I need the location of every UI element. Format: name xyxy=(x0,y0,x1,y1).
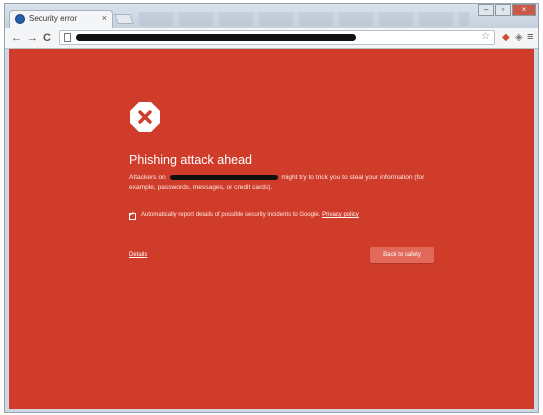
tab-close-icon[interactable]: × xyxy=(102,13,107,23)
forward-button[interactable]: → xyxy=(27,31,38,45)
window-controls: – ▫ × xyxy=(477,4,536,18)
warning-text-prefix: Attackers on xyxy=(129,174,166,181)
bookmark-star-icon[interactable]: ☆ xyxy=(481,31,490,42)
details-link[interactable]: Details xyxy=(129,252,147,258)
maximize-button[interactable]: ▫ xyxy=(495,4,511,16)
privacy-policy-link[interactable]: Privacy policy xyxy=(322,212,359,218)
extension-icon[interactable]: ◆ xyxy=(502,32,512,43)
back-button[interactable]: ← xyxy=(11,31,22,45)
report-checkbox[interactable] xyxy=(129,210,136,220)
browser-toolbar: ← → C ☆ ◆ ◈ ≡ xyxy=(5,28,538,49)
page-icon xyxy=(64,33,71,42)
report-option[interactable]: Automatically report details of possible… xyxy=(129,210,449,222)
browser-window: Security error × – ▫ × ← → C ☆ ◆ ◈ ≡ Phi xyxy=(4,3,539,413)
security-interstitial-page: Phishing attack ahead Attackers on might… xyxy=(9,49,534,409)
tab-strip: Security error × – ▫ × xyxy=(5,4,538,28)
page-title: Phishing attack ahead xyxy=(129,153,253,167)
blurred-background-content xyxy=(139,12,469,26)
extension-icon[interactable]: ◈ xyxy=(515,32,525,43)
reload-button[interactable]: C xyxy=(43,31,51,45)
back-to-safety-button[interactable]: Back to safety xyxy=(370,247,434,263)
warning-description: Attackers on might try to trick you to s… xyxy=(129,173,429,193)
danger-icon xyxy=(130,102,160,132)
address-bar[interactable]: ☆ xyxy=(59,30,495,45)
report-text: Automatically report details of possible… xyxy=(141,212,321,218)
new-tab-button[interactable] xyxy=(114,14,134,24)
report-label: Automatically report details of possible… xyxy=(141,212,359,218)
menu-icon[interactable]: ≡ xyxy=(527,31,533,43)
redacted-url xyxy=(76,34,356,41)
tab-title: Security error xyxy=(29,14,78,23)
favicon-icon xyxy=(15,14,25,24)
tab-security-error[interactable]: Security error × xyxy=(9,10,113,28)
redacted-domain xyxy=(169,174,278,180)
close-window-button[interactable]: × xyxy=(512,4,536,16)
minimize-button[interactable]: – xyxy=(478,4,494,16)
